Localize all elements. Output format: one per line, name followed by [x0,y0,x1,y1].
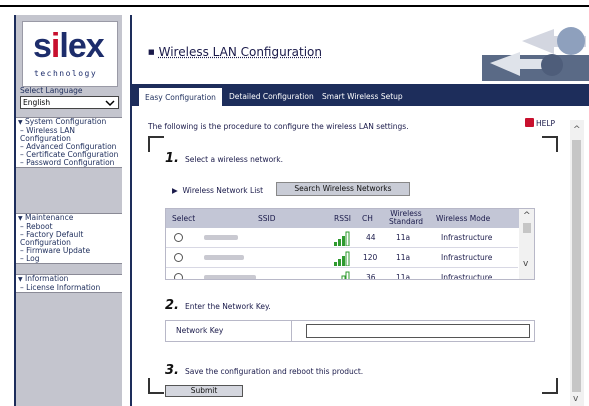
radio-icon[interactable] [174,253,183,262]
cell-mode: Infrastructure [441,233,493,242]
nav-system-configuration: ▼ System Configuration – Wireless LAN Co… [16,117,122,168]
logo-wordmark: silex [33,27,105,65]
table-row[interactable]: 44 11a Infrastructure [166,228,518,248]
nav-log[interactable]: – Log [16,255,122,263]
cell-ch: 44 [366,233,376,242]
table-row[interactable]: 120 11a Infrastructure [166,248,518,268]
network-list-label: ▶ Wireless Network List [172,186,264,195]
table-header: Select SSID RSSI CH Wireless Standard Wi… [166,209,534,228]
col-wireless-standard: Wireless Standard [388,209,424,226]
nav-factory-default[interactable]: – Factory Default Configuration [16,231,122,247]
network-key-input[interactable] [306,324,530,338]
table-scroll-thumb[interactable] [523,223,531,233]
network-key-row: Network Key [165,320,535,342]
help-link[interactable]: HELP [525,118,555,128]
chevron-down-icon [105,100,115,107]
ssid-redacted [204,235,238,240]
tab-bar: Easy Configuration Detailed Configuratio… [132,84,589,106]
submit-button[interactable]: Submit [165,385,243,397]
page-title: ■ Wireless LAN Configuration [148,45,322,59]
scroll-up-icon[interactable]: ^ [573,125,581,135]
nav-wireless-lan-configuration[interactable]: – Wireless LAN Configuration [16,127,122,143]
radio-icon[interactable] [174,233,183,242]
cell-standard: 11a [396,273,411,280]
intro-text: The following is the procedure to config… [148,122,409,131]
scroll-up-icon[interactable]: ^ [523,211,531,221]
signal-strength-icon [334,251,350,266]
col-select: Select [172,214,196,223]
top-rule [0,5,589,7]
table-scrollbar[interactable]: ^ v [519,209,534,279]
logo: silex technology [22,21,118,87]
cell-ch: 36 [366,273,376,280]
col-rssi: RSSI [334,214,351,223]
panel-bracket-top [148,136,558,152]
nav-maintenance: ▼ Maintenance – Reboot – Factory Default… [16,213,122,264]
network-table: Select SSID RSSI CH Wireless Standard Wi… [165,208,535,280]
radio-icon[interactable] [174,273,183,279]
ssid-redacted [204,275,256,279]
cell-ch: 120 [363,253,378,262]
search-networks-button[interactable]: Search Wireless Networks [276,182,410,196]
nav-information: ▼ Information – License Information [16,274,122,293]
language-select[interactable]: English [20,96,119,109]
cell-standard: 11a [396,233,411,242]
page: silex technology Select Language English… [0,0,589,406]
sidebar: silex technology Select Language English… [14,15,122,406]
col-ch: CH [362,214,373,223]
page-scrollbar[interactable]: ^ v [570,120,584,406]
language-selected-value: English [23,98,51,107]
cell-mode: Infrastructure [441,253,493,262]
tab-easy-configuration[interactable]: Easy Configuration [138,87,223,106]
nav-license-information[interactable]: – License Information [16,284,122,292]
step-2: 2. Enter the Network Key. [165,298,271,313]
signal-strength-icon [334,231,350,246]
signal-strength-icon [341,271,350,279]
scroll-down-icon[interactable]: v [573,394,578,404]
logo-tagline: technology [34,69,98,78]
step-1: 1. Select a wireless network. [165,151,283,166]
network-key-label: Network Key [176,326,224,335]
header: ■ Wireless LAN Configuration [132,15,589,83]
tab-detailed-configuration[interactable]: Detailed Configuration [229,87,314,106]
col-ssid: SSID [258,214,276,223]
network-key-separator [291,321,292,341]
ssid-redacted [204,255,244,260]
table-row[interactable]: 36 11a Infrastructure [166,268,518,280]
scroll-down-icon[interactable]: v [523,259,528,269]
col-wireless-mode: Wireless Mode [436,214,491,223]
language-label: Select Language [20,86,83,95]
content-frame: ■ Wireless LAN Configuration Easy Configu… [130,15,589,406]
tab-smart-wireless-setup[interactable]: Smart Wireless Setup [322,87,403,106]
cell-standard: 11a [396,253,411,262]
scroll-thumb[interactable] [572,140,581,392]
help-icon [525,118,534,127]
nav-password-configuration[interactable]: – Password Configuration [16,159,122,167]
cell-mode: Infrastructure [441,273,493,280]
header-arrows-graphic [482,19,589,81]
step-3: 3. Save the configuration and reboot this… [165,363,364,378]
